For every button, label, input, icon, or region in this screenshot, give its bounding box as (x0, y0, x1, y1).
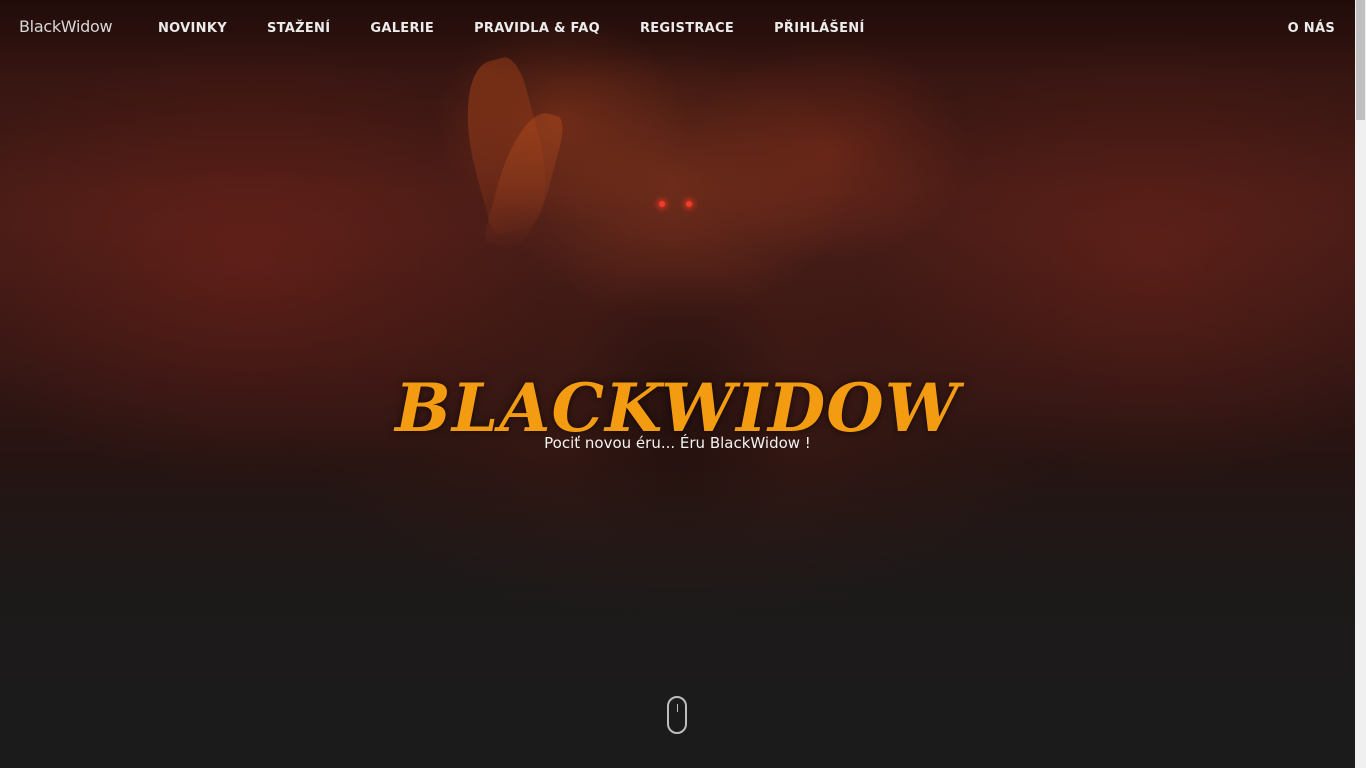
hero-eye-glow (686, 201, 692, 207)
scrollbar-thumb[interactable] (1356, 0, 1365, 120)
nav-link-o-nas[interactable]: O NÁS (1288, 21, 1335, 36)
nav-link-galerie[interactable]: GALERIE (370, 21, 434, 36)
page-scrollbar[interactable] (1355, 0, 1366, 768)
brand-logo-link[interactable]: BlackWidow (19, 17, 113, 36)
nav-link-prihlaseni[interactable]: PŘIHLÁŠENÍ (774, 21, 865, 36)
nav-links: NOVINKY STAŽENÍ GALERIE PRAVIDLA & FAQ R… (158, 21, 905, 36)
nav-link-stazeni[interactable]: STAŽENÍ (267, 21, 330, 36)
hero-horn-decor (482, 105, 568, 255)
nav-link-registrace[interactable]: REGISTRACE (640, 21, 734, 36)
hero-eye-glow (659, 201, 665, 207)
mouse-scroll-icon[interactable] (667, 696, 687, 734)
hero-subtitle: Pociť novou éru... Éru BlackWidow ! (544, 434, 811, 452)
nav-link-novinky[interactable]: NOVINKY (158, 21, 227, 36)
hero-horn-decor (449, 53, 561, 237)
nav-link-pravidla-faq[interactable]: PRAVIDLA & FAQ (474, 21, 600, 36)
top-navbar: BlackWidow NOVINKY STAŽENÍ GALERIE PRAVI… (0, 0, 1355, 60)
page: BlackWidow NOVINKY STAŽENÍ GALERIE PRAVI… (0, 0, 1366, 768)
mouse-wheel-icon (677, 704, 678, 712)
